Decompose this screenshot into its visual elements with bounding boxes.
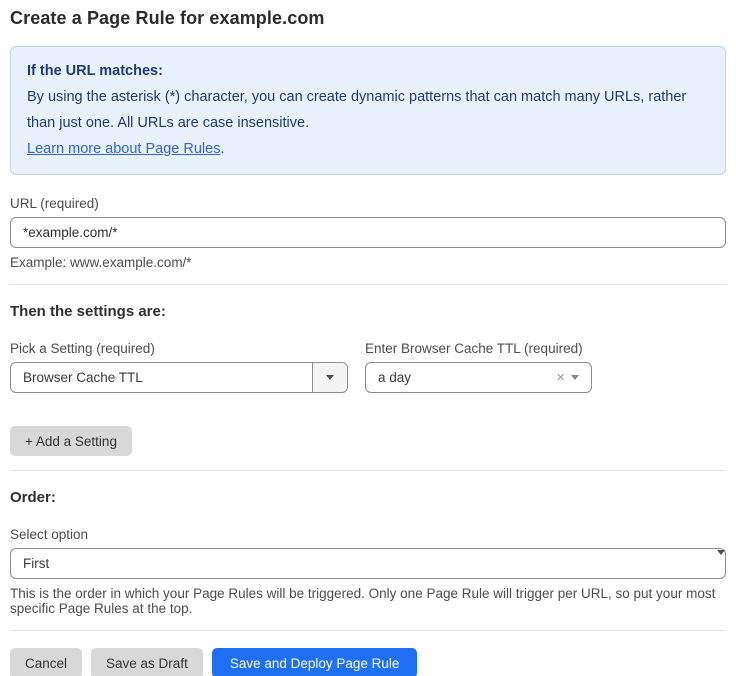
info-box-link-line: Learn more about Page Rules.: [27, 136, 709, 162]
ttl-picker-column: Enter Browser Cache TTL (required) a day…: [365, 320, 592, 393]
url-input[interactable]: [10, 217, 726, 248]
url-helper-text: Example: www.example.com/*: [10, 255, 726, 270]
order-helper-text: This is the order in which your Page Rul…: [10, 586, 726, 616]
ttl-picker-dropdown[interactable]: a day ×: [365, 362, 592, 393]
order-select[interactable]: First: [10, 548, 726, 579]
info-box-body: By using the asterisk (*) character, you…: [27, 84, 709, 136]
create-page-rule-form: Create a Page Rule for example.com If th…: [0, 0, 736, 676]
order-select-label: Select option: [10, 527, 726, 542]
cancel-button[interactable]: Cancel: [10, 648, 82, 676]
setting-picker-column: Pick a Setting (required) Browser Cache …: [10, 320, 348, 393]
info-box-body-text: By using the asterisk (*) character, you…: [27, 89, 686, 131]
caret-down-icon: [717, 555, 725, 573]
divider: [10, 470, 726, 471]
setting-picker-label: Pick a Setting (required): [10, 341, 348, 356]
clear-icon[interactable]: ×: [556, 370, 571, 385]
ttl-picker-label: Enter Browser Cache TTL (required): [365, 341, 592, 356]
order-section-heading: Order:: [10, 489, 726, 506]
save-as-draft-button[interactable]: Save as Draft: [91, 648, 203, 676]
setting-picker-caret-button[interactable]: [312, 363, 347, 392]
divider: [10, 630, 726, 631]
setting-picker-value: Browser Cache TTL: [11, 370, 312, 385]
page-title: Create a Page Rule for example.com: [10, 8, 726, 29]
settings-section-heading: Then the settings are:: [10, 303, 726, 320]
caret-down-icon: [326, 375, 334, 380]
divider: [10, 284, 726, 285]
save-and-deploy-button[interactable]: Save and Deploy Page Rule: [212, 648, 418, 676]
add-setting-button[interactable]: + Add a Setting: [10, 426, 132, 456]
url-matches-info-box: If the URL matches: By using the asteris…: [10, 46, 726, 175]
order-select-value: First: [11, 556, 717, 571]
form-actions: Cancel Save as Draft Save and Deploy Pag…: [10, 648, 726, 676]
settings-row: Pick a Setting (required) Browser Cache …: [10, 320, 726, 393]
link-suffix: .: [220, 141, 224, 157]
caret-down-icon: [571, 375, 579, 380]
setting-picker-dropdown[interactable]: Browser Cache TTL: [10, 362, 348, 393]
info-box-heading: If the URL matches:: [27, 58, 709, 84]
learn-more-link[interactable]: Learn more about Page Rules: [27, 141, 220, 157]
ttl-picker-value: a day: [366, 370, 556, 385]
ttl-caret-button[interactable]: [571, 375, 591, 380]
url-field-label: URL (required): [10, 196, 726, 211]
